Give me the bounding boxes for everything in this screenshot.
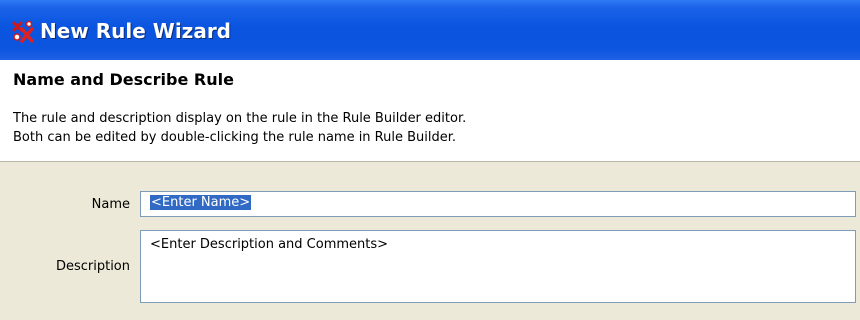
page-description: The rule and description display on the … <box>13 109 466 147</box>
wizard-header: Name and Describe Rule The rule and desc… <box>0 60 860 162</box>
new-rule-wizard-window: New Rule Wizard Name and Describe Rule T… <box>0 0 860 320</box>
description-label: Description <box>55 259 130 274</box>
name-input-selected-text: <Enter Name> <box>150 195 252 210</box>
description-line: The rule and description display on the … <box>13 111 467 126</box>
title-bar[interactable]: New Rule Wizard <box>0 0 860 60</box>
window-title: New Rule Wizard <box>40 19 231 43</box>
description-textarea[interactable]: <Enter Description and Comments> <box>140 230 856 303</box>
page-title: Name and Describe Rule <box>13 70 234 89</box>
rule-wizard-icon <box>12 20 34 43</box>
name-input[interactable]: <Enter Name> <box>140 191 856 217</box>
name-label: Name <box>91 197 130 212</box>
description-line: Both can be edited by double-clicking th… <box>13 130 457 145</box>
